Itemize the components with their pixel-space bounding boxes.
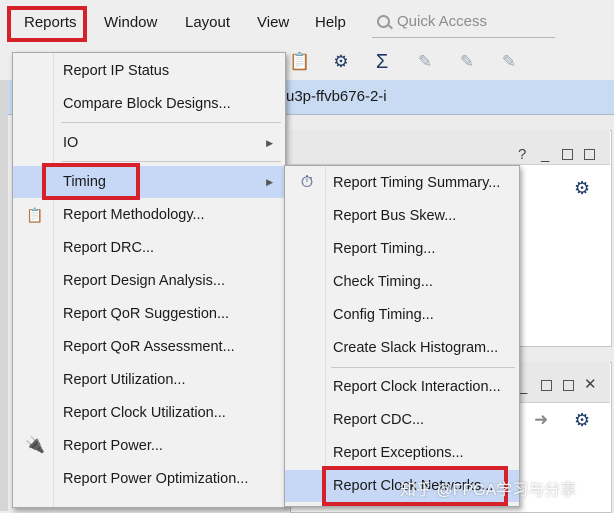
menu-item-report-qor-suggestion[interactable]: Report QoR Suggestion... bbox=[13, 298, 285, 330]
help-icon[interactable]: ? bbox=[518, 146, 526, 164]
watermark: 知乎 @FPGA学习与分享 bbox=[400, 482, 577, 499]
float-icon[interactable] bbox=[563, 380, 574, 391]
menu-separator bbox=[61, 122, 281, 123]
clipboard-check-icon[interactable]: 📋 bbox=[289, 51, 311, 73]
menu-item-report-qor-assessment[interactable]: Report QoR Assessment... bbox=[13, 331, 285, 363]
gear-icon[interactable]: ⚙ bbox=[574, 410, 590, 431]
close-icon[interactable]: ✕ bbox=[584, 376, 597, 394]
power-plug-icon: 🔌 bbox=[25, 437, 45, 454]
menu-item-check-timing[interactable]: Check Timing... bbox=[285, 266, 519, 298]
menu-layout[interactable]: Layout bbox=[183, 8, 232, 38]
sigma-icon[interactable]: Σ bbox=[371, 51, 393, 73]
gear-icon[interactable]: ⚙ bbox=[574, 178, 590, 199]
menu-help[interactable]: Help bbox=[313, 8, 348, 38]
search-icon bbox=[377, 15, 390, 28]
menu-separator bbox=[331, 367, 515, 368]
part-name: u3p-ffvb676-2-i bbox=[286, 88, 387, 105]
menu-item-report-drc[interactable]: Report DRC... bbox=[13, 232, 285, 264]
menu-item-create-slack-histogram[interactable]: Create Slack Histogram... bbox=[285, 332, 519, 364]
reports-menu: Report IP Status Compare Block Designs..… bbox=[12, 52, 286, 508]
menu-item-report-power[interactable]: 🔌 Report Power... bbox=[13, 430, 285, 462]
submenu-arrow-icon: ▶ bbox=[266, 138, 273, 148]
arrow-right-icon[interactable]: ➜ bbox=[534, 410, 548, 430]
menu-item-report-bus-skew[interactable]: Report Bus Skew... bbox=[285, 200, 519, 232]
menu-item-report-exceptions[interactable]: Report Exceptions... bbox=[285, 437, 519, 469]
menu-item-report-utilization[interactable]: Report Utilization... bbox=[13, 364, 285, 396]
menu-item-report-timing[interactable]: Report Timing... bbox=[285, 233, 519, 265]
gear-icon[interactable]: ⚙ bbox=[330, 51, 352, 73]
probe-icon[interactable]: ✎ bbox=[414, 51, 436, 73]
menu-window[interactable]: Window bbox=[102, 8, 159, 38]
timing-submenu: ⏱ Report Timing Summary... Report Bus Ske… bbox=[284, 165, 520, 507]
maximize-icon[interactable] bbox=[541, 380, 552, 391]
probe-icon[interactable]: ✎ bbox=[456, 51, 478, 73]
probe-icon[interactable]: ✎ bbox=[498, 51, 520, 73]
quick-access-input[interactable]: Quick Access bbox=[372, 8, 555, 38]
menu-item-report-methodology[interactable]: 📋 Report Methodology... bbox=[13, 199, 285, 231]
menu-item-report-timing-summary[interactable]: ⏱ Report Timing Summary... bbox=[285, 167, 519, 199]
menu-item-report-clock-interaction[interactable]: Report Clock Interaction... bbox=[285, 371, 519, 403]
minimize-icon[interactable]: _ bbox=[519, 378, 527, 396]
menu-view[interactable]: View bbox=[255, 8, 291, 38]
minimize-icon[interactable]: _ bbox=[541, 146, 549, 164]
menu-item-report-design-analysis[interactable]: Report Design Analysis... bbox=[13, 265, 285, 297]
maximize-icon[interactable] bbox=[562, 149, 573, 160]
timing-callout-box bbox=[42, 163, 140, 200]
menu-item-config-timing[interactable]: Config Timing... bbox=[285, 299, 519, 331]
left-strip bbox=[0, 80, 8, 511]
menu-item-report-clock-utilization[interactable]: Report Clock Utilization... bbox=[13, 397, 285, 429]
reports-callout-box bbox=[7, 6, 87, 42]
menu-item-report-power-optimization[interactable]: Report Power Optimization... bbox=[13, 463, 285, 495]
stopwatch-icon: ⏱ bbox=[300, 174, 314, 191]
quick-access-placeholder: Quick Access bbox=[397, 13, 488, 30]
float-icon[interactable] bbox=[584, 149, 595, 160]
menu-item-report-cdc[interactable]: Report CDC... bbox=[285, 404, 519, 436]
menu-item-io[interactable]: IO ▶ bbox=[13, 127, 285, 159]
clipboard-check-icon: 📋 bbox=[26, 207, 44, 223]
menu-separator bbox=[61, 161, 281, 162]
menu-item-report-ip-status[interactable]: Report IP Status bbox=[13, 55, 285, 87]
menu-item-compare-block-designs[interactable]: Compare Block Designs... bbox=[13, 88, 285, 120]
submenu-arrow-icon: ▶ bbox=[266, 177, 273, 187]
